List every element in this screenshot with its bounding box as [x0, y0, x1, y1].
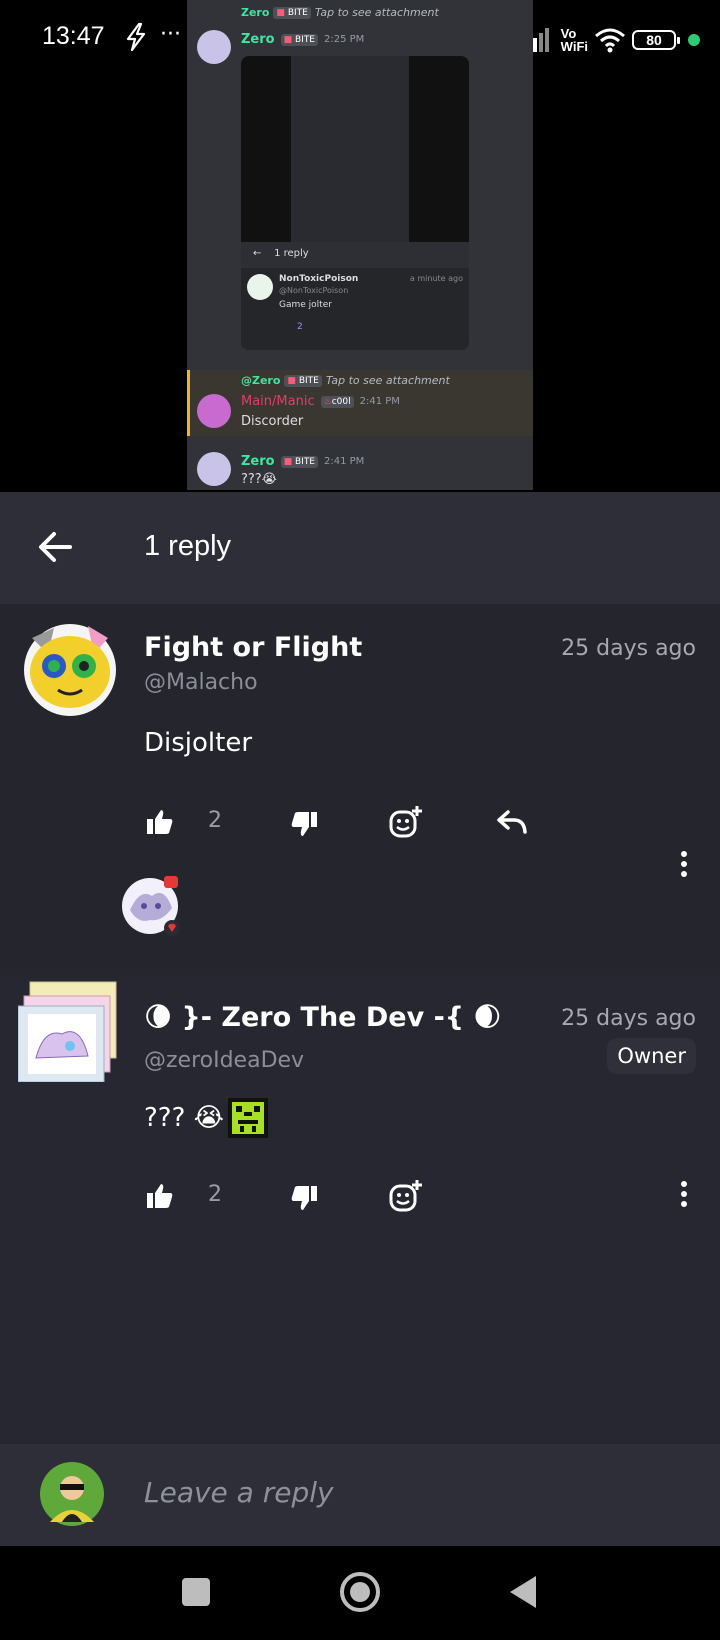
current-user-avatar [40, 1462, 104, 1526]
owner-badge: Owner [607, 1038, 696, 1074]
red-badge-icon [164, 876, 178, 888]
reply-reference: Zero ■ BITE Tap to see attachment [241, 6, 439, 19]
like-button[interactable] [140, 1176, 180, 1216]
add-emoji-icon [389, 806, 422, 838]
avatar [197, 30, 231, 64]
reply-button[interactable] [492, 802, 532, 842]
add-emoji-icon [389, 1180, 422, 1212]
comment: 🌘 }- Zero The Dev -{ 🌒 @zeroIdeaDev 25 d… [0, 978, 720, 1438]
wifi-icon [595, 28, 625, 53]
comment: Fight or Flight @Malacho 25 days ago Dis… [0, 604, 720, 970]
dislike-button[interactable] [284, 1178, 324, 1218]
like-button[interactable] [140, 802, 180, 842]
reply-input[interactable]: Leave a reply [144, 1476, 334, 1509]
comment-handle[interactable]: @zeroIdeaDev [144, 1048, 304, 1073]
like-count: 2 [208, 1182, 222, 1207]
more-options-icon[interactable] [674, 846, 694, 886]
navigation-bar [0, 1546, 720, 1640]
avatar [197, 452, 231, 486]
add-reaction-button[interactable] [386, 802, 426, 842]
thumbs-up-icon [147, 810, 173, 834]
avatar[interactable] [18, 614, 122, 718]
thumbs-up-icon [147, 1184, 173, 1208]
battery-indicator: 80 [632, 30, 680, 50]
sheet-header: 1 reply [0, 492, 720, 604]
highlighted-message: @Zero ■ BITE Tap to see attachment Main/… [187, 370, 533, 436]
privacy-indicator-dot [688, 34, 700, 46]
more-options-icon[interactable] [674, 1176, 694, 1216]
comment-time: 25 days ago [561, 636, 696, 661]
sheet-title: 1 reply [144, 530, 232, 562]
comment-author[interactable]: Fight or Flight [144, 632, 362, 663]
comment-time: 25 days ago [561, 1006, 696, 1031]
avatar [197, 394, 231, 428]
back-arrow-icon[interactable] [32, 522, 82, 572]
replies-sheet: 1 reply Fight or Flight @Malacho 25 days… [0, 492, 720, 1546]
comment-text: Disjolter [144, 728, 253, 758]
thumbs-down-icon [291, 1186, 317, 1210]
vowifi-label: Vo WiFi [560, 26, 588, 54]
image-attachment[interactable]: ← 1 reply NonToxicPoison @NonToxicPoison… [241, 56, 469, 350]
comment-author[interactable]: 🌘 }- Zero The Dev -{ 🌒 [144, 1002, 502, 1033]
reply-composer[interactable]: Leave a reply [0, 1444, 720, 1546]
background-chat: Zero ■ BITE Tap to see attachment Zero ■… [187, 0, 533, 490]
back-triangle-icon[interactable] [502, 1570, 546, 1614]
status-icons: Vo WiFi 80 [520, 22, 700, 58]
thumbs-down-icon [291, 812, 317, 836]
home-icon[interactable] [338, 1570, 382, 1614]
like-count: 2 [208, 808, 222, 833]
dislike-button[interactable] [284, 804, 324, 844]
add-reaction-button[interactable] [386, 1176, 426, 1216]
creator-reaction-avatar [122, 876, 180, 936]
comment-handle[interactable]: @Malacho [144, 670, 258, 695]
pixel-sticker-icon [228, 1098, 269, 1138]
more-notifications-icon: ··· [160, 22, 181, 47]
status-time: 13:47 [42, 22, 105, 50]
bolt-icon [126, 22, 146, 52]
reply-arrow-icon [497, 810, 527, 834]
comment-text: ??? 😭 [144, 1103, 225, 1133]
avatar[interactable] [18, 978, 122, 1082]
recent-apps-icon[interactable] [174, 1570, 218, 1614]
